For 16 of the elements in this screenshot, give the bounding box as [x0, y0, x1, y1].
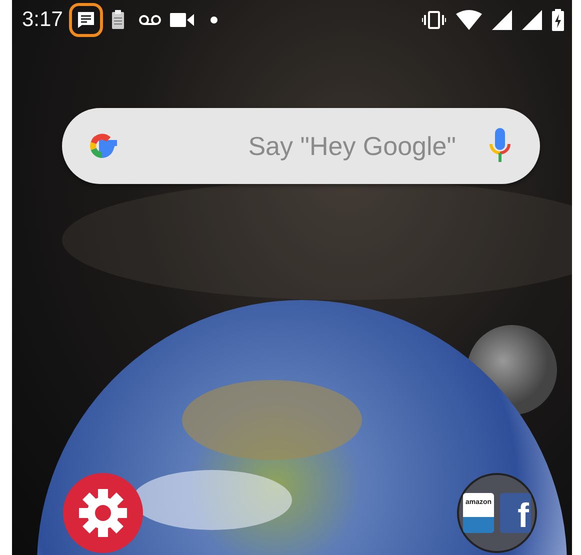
microphone-icon[interactable] — [488, 128, 512, 164]
message-icon — [76, 10, 96, 30]
facebook-app-icon: f — [500, 493, 531, 533]
settings-icon — [77, 487, 129, 539]
dot-icon — [210, 16, 218, 24]
search-bar[interactable]: Say "Hey Google" — [62, 108, 540, 184]
voicemail-icon — [138, 14, 162, 26]
video-camera-icon — [170, 12, 194, 28]
wifi-icon — [456, 10, 482, 30]
clipboard-icon — [110, 10, 125, 30]
clock-time: 3:17 — [22, 8, 63, 32]
vibrate-icon — [422, 11, 446, 29]
signal-icon — [492, 10, 512, 30]
search-field[interactable]: Say "Hey Google" — [120, 130, 458, 162]
battery-charging-icon — [552, 9, 564, 31]
signal-icon — [522, 10, 542, 30]
